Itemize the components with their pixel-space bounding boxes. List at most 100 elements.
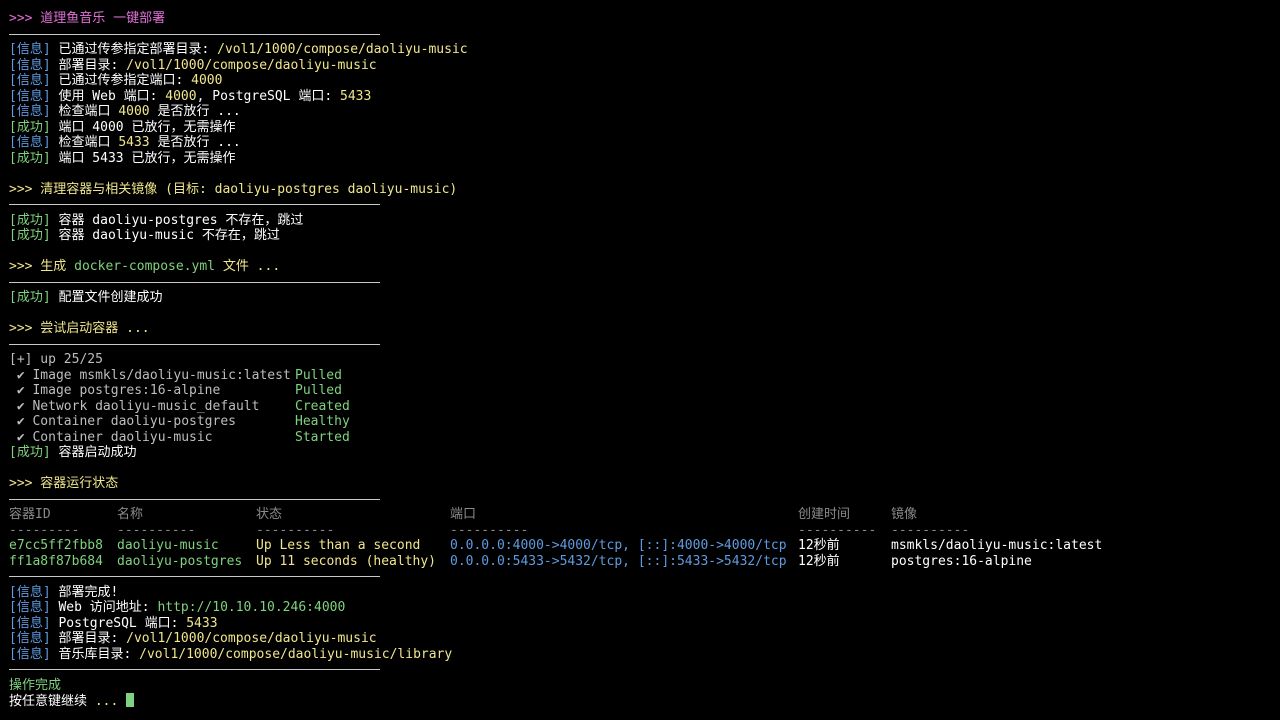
cell-status: Up 11 seconds (healthy) [256,553,437,569]
info-tag: [信息] [9,135,51,150]
cell-image: msmkls/daoliyu-music:latest [891,538,1103,553]
compose-item: ✔ Network daoliyu-music_default [9,398,260,415]
compose-row: ✔ Image postgres:16-alpine Pulled [9,383,1271,399]
compose-item-status: Healthy [295,414,350,429]
table-row: e7cc5ff2fbb8 daoliyu-music Up Less than a … [9,538,1271,554]
header-dashes: ---------- [891,522,970,538]
log-value: /vol1/1000/compose/daoliyu-music [217,42,468,57]
log-value: 4000 [165,88,197,104]
check-icon: ✔ [9,414,33,429]
web-url-link[interactable]: http://10.10.10.246:4000 [157,600,345,615]
header-dashes: --------- [9,522,80,538]
cell-ports: 0.0.0.0:4000->4000/tcp, [::]:4000->4000/… [450,538,787,553]
log-line: [信息] 检查端口 4000 是否放行 ... [9,104,1271,120]
column-header: 状态 [256,507,283,522]
compose-row: ✔ Image msmkls/daoliyu-music:latest Pulle… [9,368,1271,384]
compose-progress-header: [+] up 25/25 [9,352,103,367]
log-line: [成功] 端口 4000 已放行，无需操作 [9,120,1271,136]
port-check-log: [信息] 已通过传参指定部署目录: /vol1/1000/compose/dao… [9,42,1271,166]
info-tag: [信息] [9,42,51,57]
cell-created: 12秒前 [798,553,840,569]
generate-log: [成功] 配置文件创建成功 [9,290,1271,306]
log-line: [成功] 容器 daoliyu-music 不存在，跳过 [9,228,1271,244]
info-tag: [信息] [9,631,51,646]
log-text: 容器 daoliyu-music 不存在，跳过 [50,228,280,243]
log-text: 端口 5433 已放行，无需操作 [50,150,236,166]
divider [9,27,1271,43]
cell-name: daoliyu-music [117,538,219,553]
info-tag: [信息] [9,88,51,104]
log-text: 配置文件创建成功 [50,290,163,305]
cell-ports: 0.0.0.0:5433->5432/tcp, [::]:5433->5432/… [450,553,787,569]
cell-status: Up Less than a second [256,538,421,553]
log-text: 已通过传参指定部署目录: [50,42,218,57]
table-row: ff1a8f87b684 daoliyu-postgres Up 11 second… [9,554,1271,570]
compose-item-name: Image postgres:16-alpine [32,383,221,398]
log-text: Web 访问地址: [50,600,158,615]
cell-image: postgres:16-alpine [891,553,1032,569]
compose-item-status: Started [295,429,350,445]
success-tag: [成功] [9,290,51,305]
press-any-key-prompt[interactable]: 按任意键继续 ... [9,693,1271,709]
divider [9,492,1271,508]
deploy-summary: [信息] 部署完成! [信息] Web 访问地址: http://10.10.10… [9,585,1271,663]
info-tag: [信息] [9,600,51,615]
log-line: [信息] 音乐库目录: /vol1/1000/compose/daoliyu-m… [9,647,1271,663]
column-header: 创建时间 [798,507,851,522]
compose-item-status: Pulled [295,367,342,383]
compose-item: ✔ Container daoliyu-music [9,430,213,446]
compose-item-name: Container daoliyu-music [32,429,213,445]
compose-item-name: Image msmkls/daoliyu-music:latest [32,367,291,383]
log-line: [信息] 已通过传参指定部署目录: /vol1/1000/compose/dao… [9,42,1271,58]
header-dashes: ---------- [256,522,335,538]
log-text: , PostgreSQL 端口: [196,88,340,104]
compose-row: ✔ Container daoliyu-postgres Healthy [9,414,1271,430]
divider [9,197,1271,213]
log-line: [信息] 检查端口 5433 是否放行 ... [9,135,1271,151]
log-text: 音乐库目录: [50,646,140,662]
header-dashes: ---------- [798,522,877,538]
divider [9,569,1271,585]
divider [9,337,1271,353]
section-start-title: >>> 尝试启动容器 ... [9,321,150,336]
info-tag: [信息] [9,104,51,119]
container-status-table: 容器ID 名称 状态 端口 创建时间 镜像 --------- ---------- -----… [9,507,1271,569]
compose-row: ✔ Container daoliyu-music Started [9,430,1271,446]
cell-created: 12秒前 [798,538,840,553]
log-line: [信息] 部署目录: /vol1/1000/compose/daoliyu-mu… [9,631,1271,647]
header-dashes: ---------- [117,522,196,538]
log-value: 4000 [191,73,223,88]
log-text: 容器 daoliyu-postgres 不存在，跳过 [50,212,304,228]
info-tag: [信息] [9,584,51,600]
header-dashes: ---------- [450,522,529,538]
log-line: [信息] Web 访问地址: http://10.10.10.246:4000 [9,600,1271,616]
log-text: 是否放行 ... [149,104,241,119]
log-text: 容器启动成功 [50,445,137,460]
log-line: [成功] 端口 5433 已放行，无需操作 [9,151,1271,167]
section-cleanup-title: >>> 清理容器与相关镜像 (目标: daoliyu-postgres daol… [9,181,458,197]
cell-id: ff1a8f87b684 [9,553,103,569]
prompt-marker: >>> [9,11,33,26]
check-icon: ✔ [9,367,33,383]
check-icon: ✔ [9,398,33,414]
log-text: PostgreSQL 端口: [50,615,187,631]
info-tag: [信息] [9,646,51,662]
terminal-window[interactable]: >>> 道理鱼音乐 一键部署 [信息] 已通过传参指定部署目录: /vol1/1… [9,11,1271,709]
log-text: 部署目录: [50,631,127,646]
info-tag: [信息] [9,73,51,88]
log-line: [信息] 使用 Web 端口: 4000, PostgreSQL 端口: 543… [9,89,1271,105]
log-text: 已通过传参指定端口: [50,73,192,88]
page-title: 道理鱼音乐 一键部署 [32,11,166,26]
compose-result: [成功] 容器启动成功 [9,445,1271,461]
log-text: 使用 Web 端口: [50,88,166,104]
cleanup-log: [成功] 容器 daoliyu-postgres 不存在，跳过 [成功] 容器 d… [9,213,1271,244]
column-header: 端口 [450,507,477,522]
log-text: 部署完成! [50,584,119,600]
compose-item-name: Container daoliyu-postgres [32,414,236,429]
log-text: 检查端口 [50,104,119,119]
divider [9,275,1271,291]
compose-item: ✔ Image msmkls/daoliyu-music:latest [9,368,291,384]
log-value: 5433 [186,615,218,631]
log-line: [信息] PostgreSQL 端口: 5433 [9,616,1271,632]
log-value: 5433 [340,88,372,104]
